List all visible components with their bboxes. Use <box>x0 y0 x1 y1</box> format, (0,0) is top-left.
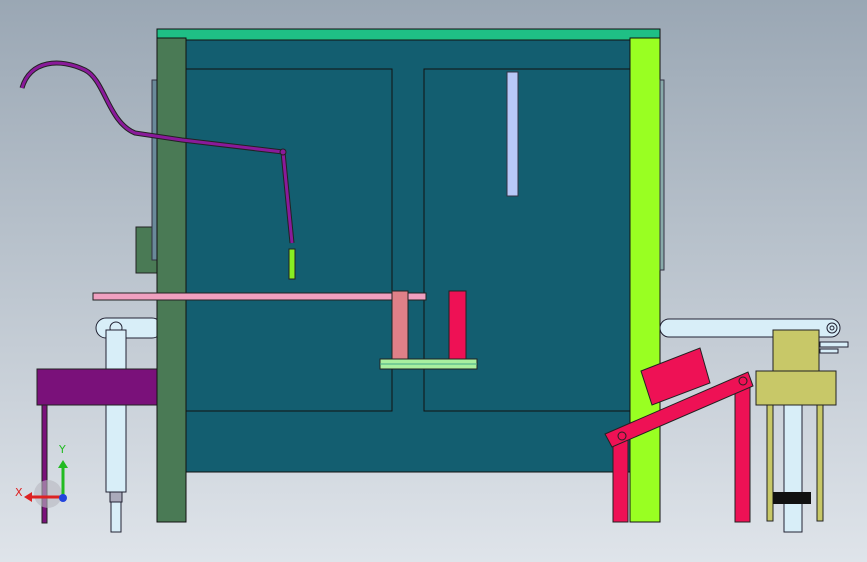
lavender-rod[interactable] <box>506 71 519 197</box>
right-frame-post[interactable] <box>629 37 661 523</box>
x-axis-label: X <box>15 486 23 499</box>
cad-viewport[interactable]: X Y <box>0 0 867 562</box>
salmon-post[interactable] <box>391 290 409 361</box>
crimson-post[interactable] <box>448 290 467 361</box>
cabinet-body[interactable] <box>184 37 634 473</box>
assembly-drawing: X Y <box>0 0 867 562</box>
cabinet-top-bar[interactable] <box>156 28 661 41</box>
right-back-plate <box>659 79 665 271</box>
left-frame-post[interactable] <box>156 37 187 523</box>
y-axis-label: Y <box>58 443 66 456</box>
pink-rod[interactable] <box>92 292 427 301</box>
lime-probe-tip[interactable] <box>288 248 296 280</box>
